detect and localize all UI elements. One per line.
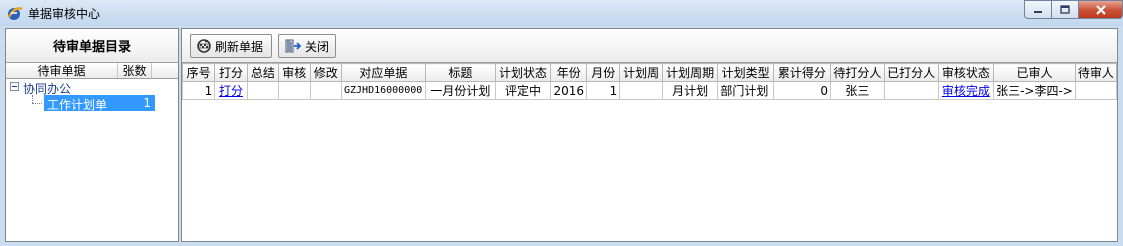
refresh-button[interactable]: 刷新单据 (190, 34, 272, 58)
tree-connector (32, 103, 42, 104)
document-directory-panel: 待审单据目录 待审单据 张数 协同办公 工作计划单 1 (5, 28, 179, 242)
document-list-panel: 刷新单据 关闭 序号 打分 总结 审核 修改 对应单据 标题 计划状态 年份 月… (181, 28, 1118, 242)
collapse-toggle-icon[interactable] (10, 82, 19, 91)
score-link[interactable]: 打分 (214, 81, 248, 100)
tree-child-label: 工作计划单 (47, 98, 108, 112)
cell-summary (246, 81, 280, 100)
close-button[interactable]: 关闭 (278, 34, 336, 58)
col-header-year[interactable]: 年份 (550, 63, 588, 82)
cell-plan-status: 评定中 (494, 81, 552, 100)
title-bar: 单据审核中心 (0, 0, 1123, 26)
close-window-button[interactable] (1078, 0, 1123, 19)
col-header-title[interactable]: 标题 (424, 63, 496, 82)
col-header-plan-status[interactable]: 计划状态 (494, 63, 552, 82)
col-header-period[interactable]: 计划周期 (661, 63, 719, 82)
col-header-week[interactable]: 计划周 (619, 63, 663, 82)
cell-period: 月计划 (661, 81, 719, 100)
cell-done-scorer (883, 81, 939, 100)
cell-year: 2016 (550, 81, 588, 100)
document-table: 序号 打分 总结 审核 修改 对应单据 标题 计划状态 年份 月份 计划周 计划… (182, 63, 1117, 100)
window-title: 单据审核中心 (28, 7, 101, 21)
cell-pending-auditor (1074, 81, 1117, 100)
maximize-icon (1060, 5, 1070, 14)
col-header-score[interactable]: 打分 (214, 63, 248, 82)
cell-doc: GZJHD16000000 (341, 81, 426, 100)
toolbar: 刷新单据 关闭 (182, 29, 1117, 63)
col-header-review[interactable]: 审核 (278, 63, 311, 82)
exit-door-icon (285, 39, 302, 53)
window-controls (1024, 0, 1123, 20)
col-header-type[interactable]: 计划类型 (717, 63, 774, 82)
tree-child-count: 1 (143, 96, 151, 110)
cell-title: 一月份计划 (424, 81, 496, 100)
table-header-row: 序号 打分 总结 审核 修改 对应单据 标题 计划状态 年份 月份 计划周 计划… (182, 63, 1117, 82)
table-row[interactable]: 1 打分 GZJHD16000000 一月份计划 评定中 2016 1 月计划 … (182, 81, 1117, 100)
col-header-summary[interactable]: 总结 (246, 63, 280, 82)
cell-pending-scorer: 张三 (829, 81, 885, 100)
cell-week (619, 81, 663, 100)
col-header-total-score[interactable]: 累计得分 (772, 63, 831, 82)
col-header-seq[interactable]: 序号 (182, 63, 216, 82)
directory-header: 待审单据 张数 (6, 63, 178, 79)
col-header-done-scorer[interactable]: 已打分人 (883, 63, 939, 82)
cell-edit (309, 81, 343, 100)
minimize-icon (1034, 10, 1042, 13)
app-logo-icon (7, 7, 23, 20)
refresh-label: 刷新单据 (215, 39, 264, 54)
col-header-audited-by[interactable]: 已审人 (993, 63, 1076, 82)
cell-total-score: 0 (772, 81, 831, 100)
tree-connector (32, 95, 33, 103)
col-header-audit-status[interactable]: 审核状态 (937, 63, 995, 82)
col-header-month[interactable]: 月份 (586, 63, 621, 82)
refresh-icon (197, 39, 211, 53)
cell-review (278, 81, 311, 100)
cell-audited-by: 张三->李四-> (993, 81, 1076, 100)
directory-title: 待审单据目录 (6, 29, 178, 63)
document-grid: 序号 打分 总结 审核 修改 对应单据 标题 计划状态 年份 月份 计划周 计划… (182, 63, 1117, 241)
cell-seq: 1 (182, 81, 216, 100)
maximize-button[interactable] (1051, 0, 1078, 19)
tree-node-child[interactable]: 工作计划单 1 (6, 95, 178, 112)
cell-month: 1 (586, 81, 621, 100)
minimize-button[interactable] (1024, 0, 1051, 19)
close-icon (1095, 4, 1106, 15)
cell-type: 部门计划 (717, 81, 774, 100)
col-header-pending-scorer[interactable]: 待打分人 (829, 63, 885, 82)
directory-header-count[interactable]: 张数 (118, 63, 152, 78)
directory-header-name[interactable]: 待审单据 (6, 63, 118, 78)
col-header-pending-auditor[interactable]: 待审人 (1074, 63, 1117, 82)
audit-status-link[interactable]: 审核完成 (937, 81, 995, 100)
col-header-edit[interactable]: 修改 (309, 63, 343, 82)
tree-item-selected[interactable]: 工作计划单 1 (44, 95, 155, 112)
tree-node-parent[interactable]: 协同办公 (6, 79, 178, 96)
col-header-doc[interactable]: 对应单据 (341, 63, 426, 82)
close-label: 关闭 (304, 39, 329, 54)
